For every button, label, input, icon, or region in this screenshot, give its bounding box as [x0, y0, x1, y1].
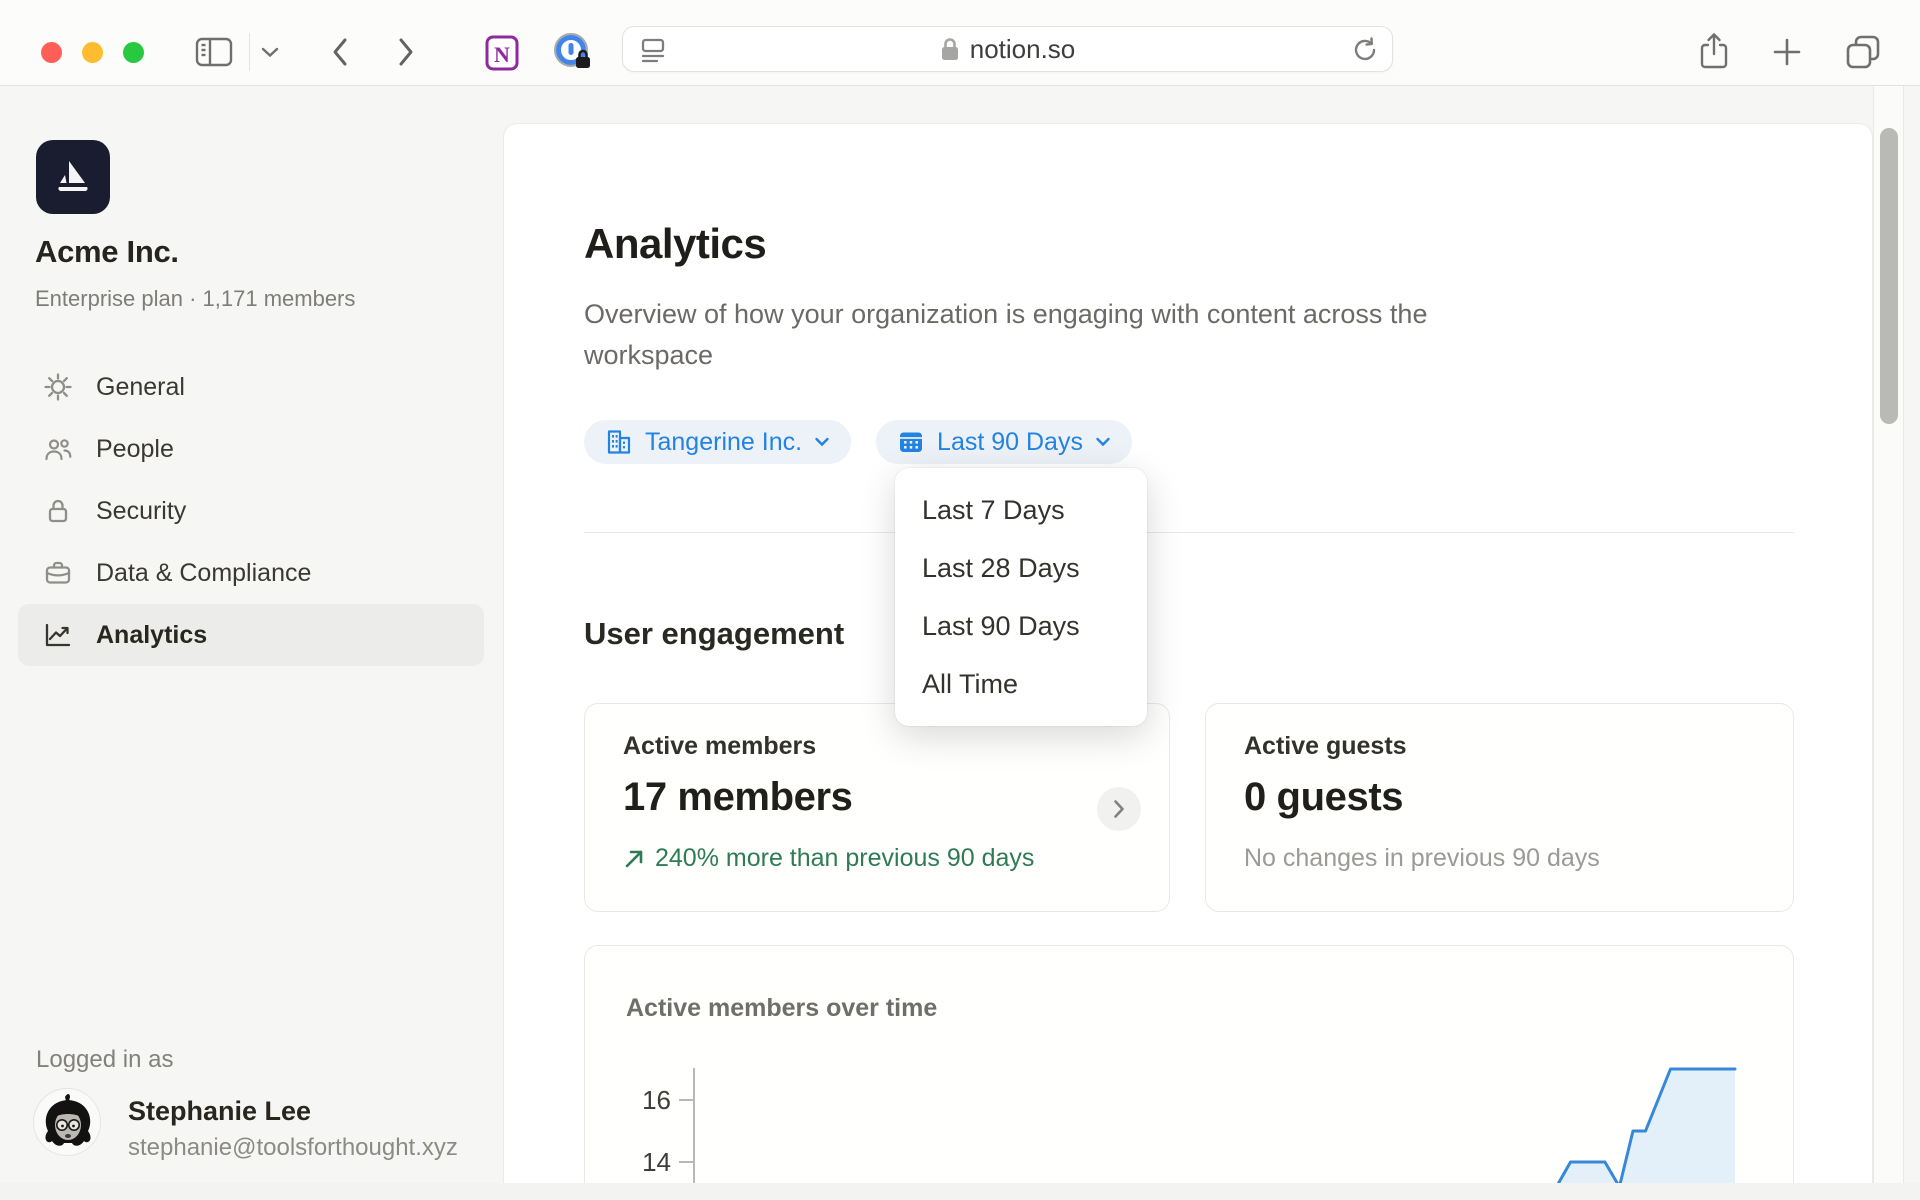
chart-y-tick-label: 16: [642, 1085, 671, 1115]
analytics-page: Analytics Overview of how your organizat…: [503, 123, 1873, 1200]
onepassword-extension-icon[interactable]: [552, 31, 596, 75]
toolbar-chevron-down-icon[interactable]: [260, 46, 280, 58]
browser-toolbar: N: [0, 0, 1920, 86]
sidebar-item-label: Data & Compliance: [96, 559, 311, 588]
date-range-filter-pill[interactable]: Last 90 Days: [876, 420, 1132, 464]
active-members-card[interactable]: Active members 17 members 240% more than…: [584, 703, 1170, 912]
card-label: Active guests: [1244, 732, 1755, 761]
sidebar-toggle-icon[interactable]: [193, 34, 235, 70]
user-email: stephanie@toolsforthought.xyz: [128, 1134, 458, 1162]
section-divider: [584, 532, 1794, 533]
calendar-icon: [897, 428, 925, 456]
date-range-dropdown: Last 7 Days Last 28 Days Last 90 Days Al…: [895, 468, 1147, 726]
workspace-logo: [36, 140, 110, 214]
address-bar[interactable]: notion.so: [622, 26, 1393, 72]
notion-extension-icon[interactable]: N: [484, 33, 522, 73]
page-description: Overview of how your organization is eng…: [584, 294, 1534, 376]
workspace-name: Acme Inc.: [35, 234, 179, 270]
card-value: 17 members: [623, 775, 1131, 820]
share-icon[interactable]: [1697, 31, 1731, 73]
sailboat-icon: [51, 155, 95, 199]
workspace-filter-label: Tangerine Inc.: [645, 428, 802, 457]
workspace-meta: Enterprise plan · 1,171 members: [35, 286, 355, 312]
menu-item-all-time[interactable]: All Time: [895, 655, 1147, 713]
close-window-button[interactable]: [41, 42, 62, 63]
sidebar-item-security[interactable]: Security: [18, 480, 484, 542]
forward-button[interactable]: [396, 36, 416, 68]
user-name: Stephanie Lee: [128, 1096, 311, 1127]
card-value: 0 guests: [1244, 775, 1755, 820]
sidebar-menu: General People: [18, 356, 484, 666]
stat-cards: Active members 17 members 240% more than…: [584, 703, 1794, 912]
sidebar-item-people[interactable]: People: [18, 418, 484, 480]
filter-pills: Tangerine Inc.: [584, 420, 1132, 464]
sidebar-item-label: General: [96, 373, 185, 402]
tls-lock-icon: [940, 36, 960, 62]
card-change: 240% more than previous 90 days: [623, 844, 1131, 873]
active-members-over-time-chart: 1614: [585, 1056, 1795, 1200]
scrollbar-thumb[interactable]: [1880, 128, 1898, 424]
date-range-filter-label: Last 90 Days: [937, 428, 1083, 457]
gear-icon: [43, 372, 73, 402]
settings-sidebar: Acme Inc. Enterprise plan · 1,171 member…: [0, 86, 503, 1200]
workspace-filter-pill[interactable]: Tangerine Inc.: [584, 420, 851, 464]
trend-up-arrow-icon: [623, 848, 645, 870]
new-tab-icon[interactable]: [1772, 37, 1802, 67]
section-title: User engagement: [584, 616, 844, 652]
menu-item-last-90-days[interactable]: Last 90 Days: [895, 597, 1147, 655]
svg-text:N: N: [494, 42, 510, 67]
window-bottom-edge: [0, 1183, 1920, 1200]
logged-in-as-label: Logged in as: [36, 1046, 173, 1074]
chevron-down-icon: [814, 437, 830, 447]
sidebar-item-analytics[interactable]: Analytics: [18, 604, 484, 666]
chart-area-fill: [1537, 1069, 1735, 1200]
trend-chart-icon: [43, 620, 73, 650]
url-text[interactable]: notion.so: [970, 34, 1076, 65]
menu-item-last-7-days[interactable]: Last 7 Days: [895, 481, 1147, 539]
active-members-chart-card: Active members over time 1614: [584, 945, 1794, 1200]
reload-icon[interactable]: [1350, 35, 1380, 65]
browser-window: N: [0, 0, 1920, 1200]
toolbar-divider: [249, 33, 250, 71]
page-title: Analytics: [584, 220, 766, 268]
people-icon: [43, 434, 73, 464]
scrollbar-track[interactable]: [1873, 86, 1904, 1200]
buildings-icon: [605, 428, 633, 456]
chart-title: Active members over time: [626, 994, 937, 1023]
card-label: Active members: [623, 732, 1131, 761]
chevron-down-icon: [1095, 437, 1111, 447]
briefcase-icon: [43, 558, 73, 588]
active-guests-card[interactable]: Active guests 0 guests No changes in pre…: [1205, 703, 1794, 912]
back-button[interactable]: [330, 36, 350, 68]
sidebar-item-data-compliance[interactable]: Data & Compliance: [18, 542, 484, 604]
chevron-right-icon[interactable]: [1097, 787, 1141, 831]
card-change: No changes in previous 90 days: [1244, 844, 1755, 873]
lock-icon: [43, 496, 73, 526]
zoom-window-button[interactable]: [123, 42, 144, 63]
minimize-window-button[interactable]: [82, 42, 103, 63]
chart-y-tick-label: 14: [642, 1147, 671, 1177]
sidebar-item-general[interactable]: General: [18, 356, 484, 418]
menu-item-last-28-days[interactable]: Last 28 Days: [895, 539, 1147, 597]
avatar[interactable]: [33, 1088, 101, 1156]
sidebar-item-label: People: [96, 435, 174, 464]
sidebar-item-label: Security: [96, 497, 186, 526]
sidebar-item-label: Analytics: [96, 621, 207, 650]
tab-overview-icon[interactable]: [1843, 32, 1883, 72]
